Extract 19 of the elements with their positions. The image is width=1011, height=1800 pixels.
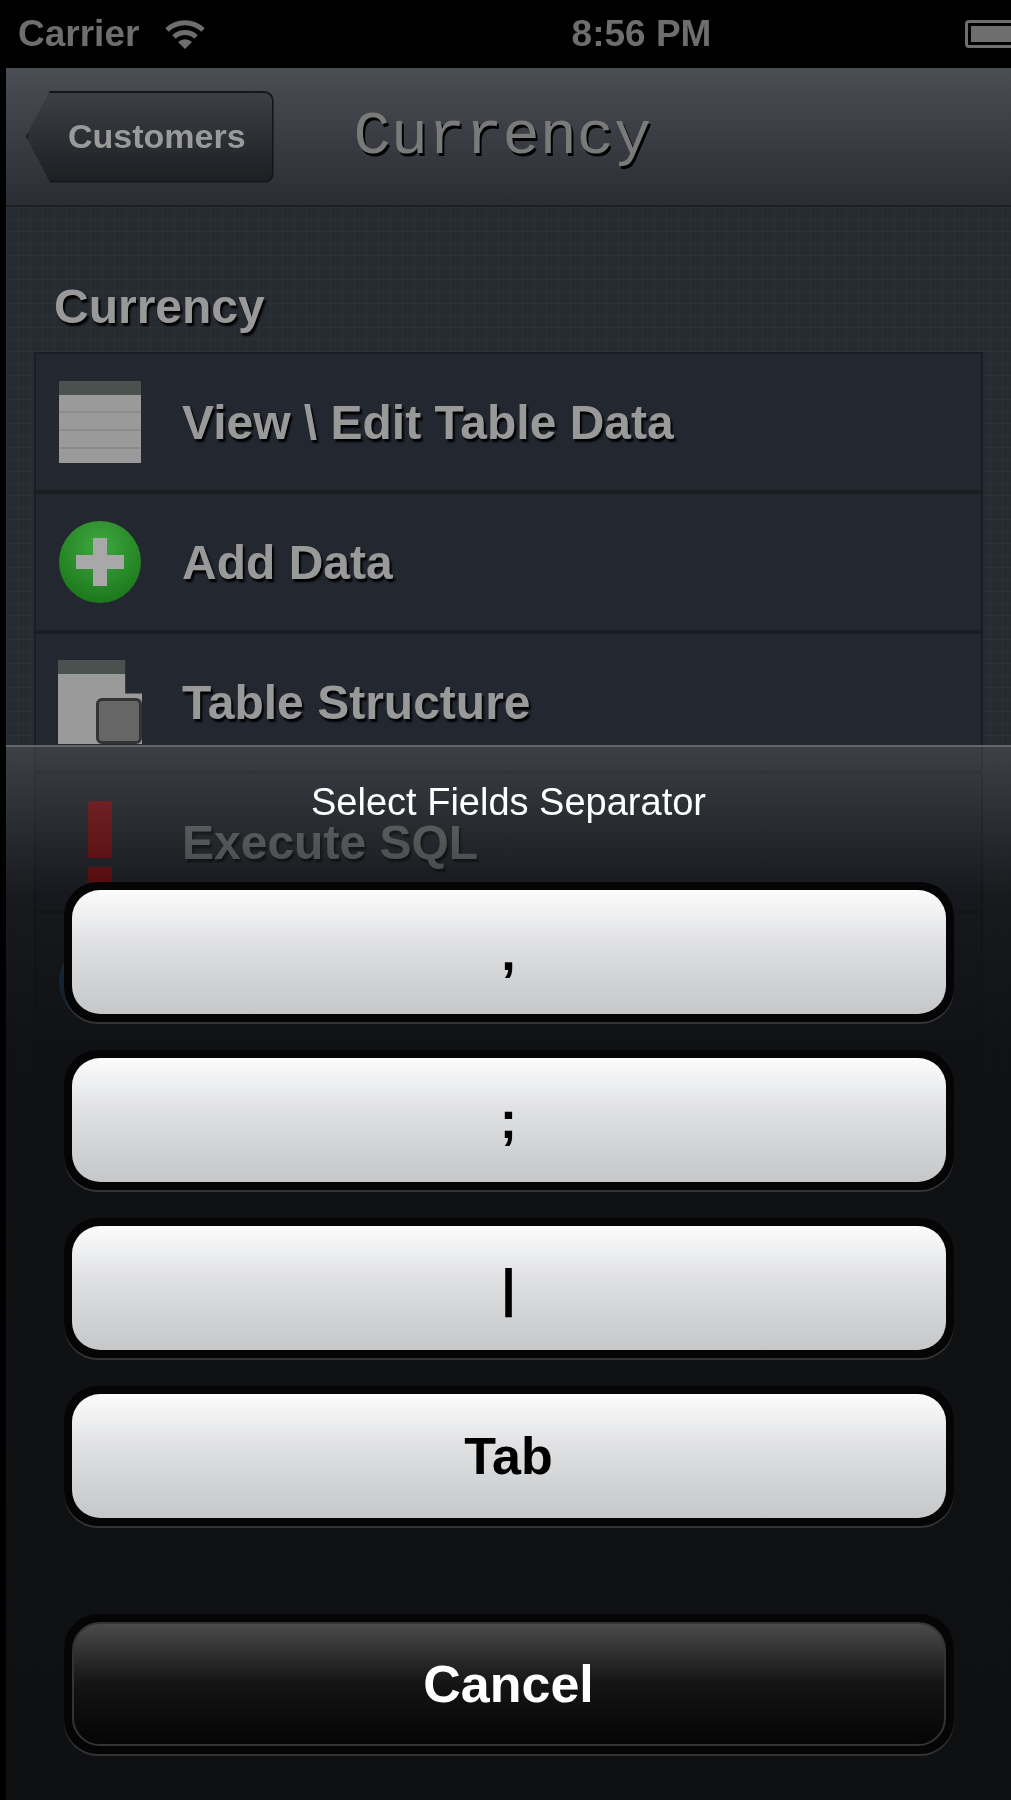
list-row[interactable]: View \ Edit Table Data [34, 352, 983, 492]
separator-option-button[interactable]: Tab [71, 1394, 946, 1518]
separator-option-button[interactable]: , [71, 890, 946, 1014]
cancel-button[interactable]: Cancel [71, 1622, 946, 1746]
nav-title: Currency [353, 101, 652, 172]
battery-icon [965, 20, 1011, 48]
row-label: View \ Edit Table Data [182, 394, 674, 450]
back-button[interactable]: Customers [26, 90, 274, 183]
table-icon [59, 381, 141, 463]
carrier-label: Carrier [18, 13, 140, 55]
separator-option-button[interactable]: | [71, 1226, 946, 1350]
list-row[interactable]: Add Data [34, 492, 983, 632]
separator-option-button[interactable]: ; [71, 1058, 946, 1182]
row-label: Add Data [182, 534, 393, 590]
row-label: Table Structure [182, 674, 531, 730]
clock: 8:56 PM [571, 13, 712, 55]
wifi-icon [165, 18, 206, 50]
sheet-title: Select Fields Separator [311, 781, 706, 824]
section-header: Currency [54, 279, 266, 334]
